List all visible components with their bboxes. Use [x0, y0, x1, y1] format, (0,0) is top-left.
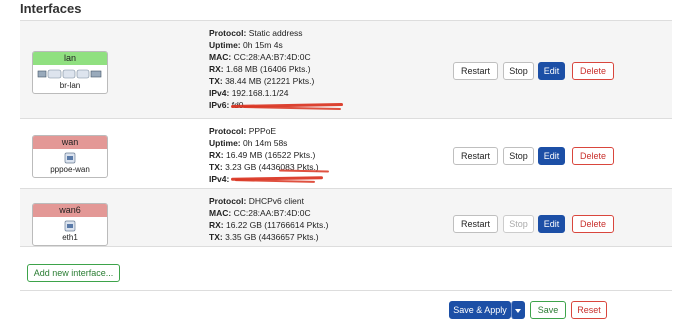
detail-label: TX:	[209, 76, 223, 86]
apply-dropdown-button[interactable]	[511, 301, 525, 319]
detail-label: TX:	[209, 232, 223, 242]
detail-label: RX:	[209, 64, 224, 74]
interface-name: lan	[33, 52, 107, 65]
rx-value: 16.49 MB (16522 Pkts.)	[226, 150, 316, 160]
rx-value: 16.22 GB (11766614 Pkts.)	[226, 220, 329, 230]
edit-button[interactable]: Edit	[538, 147, 565, 165]
detail-label: Protocol:	[209, 28, 247, 38]
detail-label: TX:	[209, 162, 223, 172]
delete-button[interactable]: Delete	[572, 62, 614, 80]
protocol-value: DHCPv6 client	[248, 196, 304, 206]
interface-details-wan6: Protocol: DHCPv6 client MAC: CC:28:AA:B7…	[209, 195, 328, 243]
uptime-value: 0h 14m 58s	[243, 138, 288, 148]
stop-button[interactable]: Stop	[503, 147, 534, 165]
detail-label: Uptime:	[209, 40, 241, 50]
interface-device: br-lan	[59, 81, 81, 90]
redaction-mark	[242, 105, 342, 111]
ethernet-port-icon	[33, 151, 107, 164]
save-button[interactable]: Save	[530, 301, 566, 319]
detail-label: RX:	[209, 150, 224, 160]
uptime-value: 0h 15m 4s	[243, 40, 283, 50]
reset-button[interactable]: Reset	[571, 301, 607, 319]
detail-label: IPv4:	[209, 174, 230, 184]
interface-row-wan: wan pppoe-wan Protocol: PPPoE Uptime: 0h…	[20, 119, 672, 189]
detail-label: Protocol:	[209, 126, 247, 136]
delete-button[interactable]: Delete	[572, 215, 614, 233]
interface-badge-wan[interactable]: wan pppoe-wan	[32, 135, 108, 178]
detail-label: MAC:	[209, 52, 232, 62]
interface-details-lan: Protocol: Static address Uptime: 0h 15m …	[209, 27, 344, 111]
tx-value: 38.44 MB (21221 Pkts.)	[225, 76, 315, 86]
detail-label: RX:	[209, 220, 224, 230]
chevron-down-icon	[515, 308, 521, 313]
interface-device: pppoe-wan	[50, 165, 90, 174]
interface-badge-wan6[interactable]: wan6 eth1	[32, 203, 108, 246]
mac-value: CC:28:AA:B7:4D:0C	[233, 208, 311, 218]
detail-label: Uptime:	[209, 138, 241, 148]
rx-value: 1.68 MB (16406 Pkts.)	[226, 64, 311, 74]
protocol-value: PPPoE	[248, 126, 277, 136]
detail-label: IPv4:	[209, 88, 230, 98]
detail-label: MAC:	[209, 208, 232, 218]
footer-divider	[20, 290, 672, 291]
bridge-ports-icon	[33, 67, 107, 80]
edit-button[interactable]: Edit	[538, 215, 565, 233]
interfaces-table: lan br-lan Protocol: Static address Upti…	[20, 20, 672, 247]
interface-row-wan6: wan6 eth1 Protocol: DHCPv6 client MAC: C…	[20, 189, 672, 247]
ethernet-port-icon	[33, 219, 107, 232]
protocol-value: Static address	[248, 28, 303, 38]
edit-button[interactable]: Edit	[538, 62, 565, 80]
restart-button[interactable]: Restart	[453, 215, 498, 233]
interface-device: eth1	[62, 233, 78, 242]
redaction-mark	[234, 179, 316, 183]
restart-button[interactable]: Restart	[453, 147, 498, 165]
interface-name: wan6	[33, 204, 107, 217]
mac-value: CC:28:AA:B7:4D:0C	[233, 52, 311, 62]
interface-name: wan	[33, 136, 107, 149]
tx-value: 3.35 GB (4436657 Pkts.)	[225, 232, 319, 242]
add-interface-button[interactable]: Add new interface...	[27, 264, 120, 282]
interface-badge-lan[interactable]: lan br-lan	[32, 51, 108, 94]
interface-details-wan: Protocol: PPPoE Uptime: 0h 14m 58s RX: 1…	[209, 125, 330, 185]
stop-button[interactable]: Stop	[503, 62, 534, 80]
page-title: Interfaces	[20, 1, 82, 16]
stop-button[interactable]: Stop	[503, 215, 534, 233]
ipv4-value: 192.168.1.1/24	[231, 88, 289, 98]
restart-button[interactable]: Restart	[453, 62, 498, 80]
detail-label: IPv6:	[209, 100, 230, 110]
save-apply-button[interactable]: Save & Apply	[449, 301, 511, 319]
detail-label: Protocol:	[209, 196, 247, 206]
delete-button[interactable]: Delete	[572, 147, 614, 165]
interface-row-lan: lan br-lan Protocol: Static address Upti…	[20, 21, 672, 119]
